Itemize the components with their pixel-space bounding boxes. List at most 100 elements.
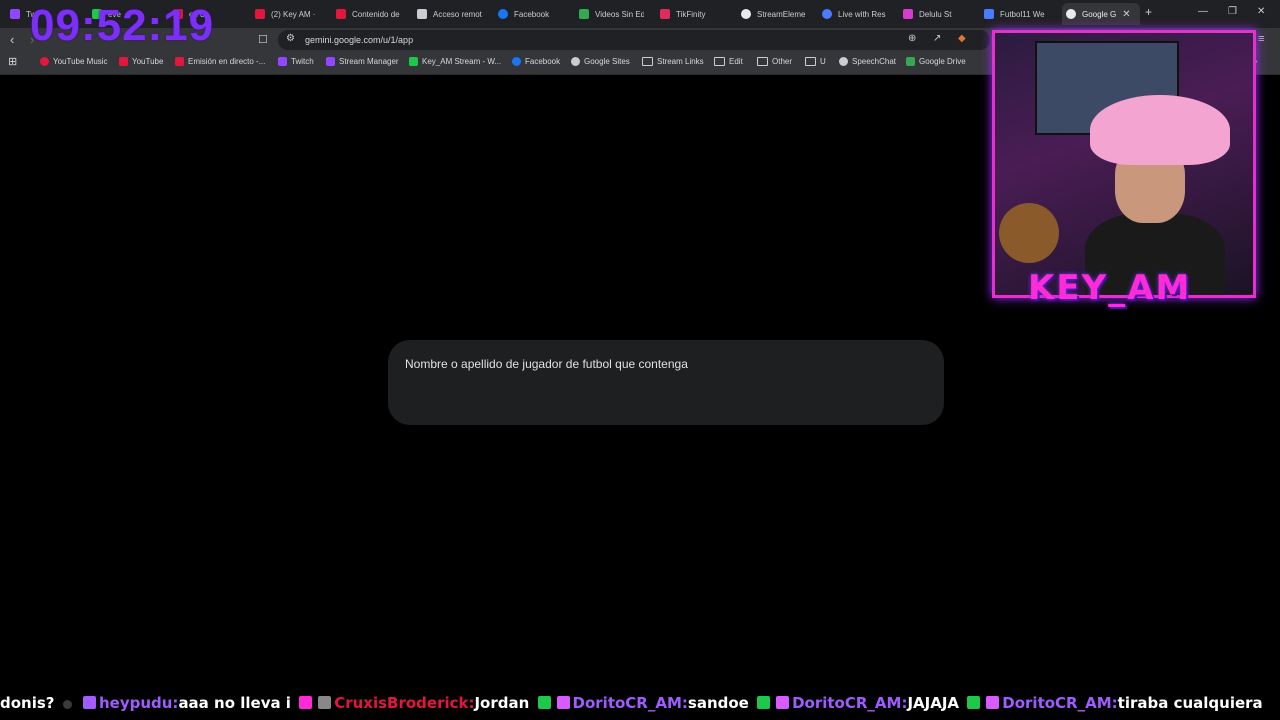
extension-icon[interactable]: ◆ <box>958 33 966 44</box>
stream-clock: 09:52:19 <box>30 1 215 50</box>
folder-icon <box>642 57 653 66</box>
folder-icon <box>714 57 725 66</box>
remote-desktop-icon <box>417 9 427 19</box>
bookmark-label: Twitch <box>291 57 314 66</box>
bookmark-speechchat[interactable]: SpeechChat <box>839 57 896 66</box>
tab-label: Contenido de <box>352 9 400 19</box>
new-tab-button[interactable]: + <box>1145 5 1152 19</box>
twitch-icon <box>326 57 335 66</box>
chat-username: DoritoCR_AM: <box>572 694 688 712</box>
bookmark-google-drive[interactable]: Google Drive <box>906 57 966 66</box>
bookmark-label: Stream Links <box>657 57 704 66</box>
bookmark-u[interactable]: U <box>805 57 826 66</box>
restream-icon <box>822 9 832 19</box>
zoom-icon[interactable]: ⊕ <box>908 33 916 44</box>
chat-username: CruxisBroderick: <box>334 694 475 712</box>
share-icon[interactable]: ↗ <box>933 33 941 44</box>
chat-text: sandoe <box>687 694 749 712</box>
futbol11-icon <box>984 9 994 19</box>
bookmark-other[interactable]: Other <box>757 57 792 66</box>
tab-active[interactable]: Google G ✕ <box>1062 3 1140 25</box>
bookmark-label: Edit <box>729 57 743 66</box>
youtube-icon <box>255 9 265 19</box>
bookmark-label: Other <box>772 57 793 66</box>
tab-label: Live with Res <box>838 9 886 19</box>
user-badge-icon <box>82 696 96 709</box>
bookmark-stream-links[interactable]: Stream Links <box>642 57 704 66</box>
chat-username: DoritoCR_AM: <box>792 694 908 712</box>
bookmark-label: YouTube <box>132 57 164 66</box>
gift-badge-icon <box>776 696 790 709</box>
chat-message: donis? <box>0 694 55 712</box>
bookmark-youtube[interactable]: YouTube <box>119 57 163 66</box>
chat-text: donis? <box>0 694 55 712</box>
chat-ticker: donis? heypudu:aaa no lleva i CruxisBrod… <box>0 694 1280 720</box>
menu-icon[interactable]: ≡ <box>1258 33 1264 45</box>
tab-9[interactable]: StreamElemen <box>741 3 806 25</box>
chat-text: Jordan <box>474 694 530 712</box>
chat-message: DoritoCR_AM:tiraba cualquiera <box>964 694 1263 712</box>
facebook-icon <box>512 57 521 66</box>
gift-badge-icon <box>986 696 1000 709</box>
globe-icon <box>571 57 580 66</box>
prompt-input[interactable]: Nombre o apellido de jugador de futbol q… <box>388 340 944 425</box>
chat-text: tiraba cualquiera <box>1117 694 1263 712</box>
chat-message: heypudu:aaa no lleva i <box>80 694 291 712</box>
facebook-icon <box>498 9 508 19</box>
gift-badge-icon <box>556 696 570 709</box>
tab-8[interactable]: TikFinity <box>660 3 725 25</box>
youtube-music-icon <box>40 57 49 66</box>
bookmark-label: SpeechChat <box>852 57 897 66</box>
tab-label: Facebook <box>514 9 550 19</box>
bookmark-facebook[interactable]: Facebook <box>512 57 560 66</box>
check-badge-icon <box>967 696 981 709</box>
tab-10[interactable]: Live with Res <box>822 3 887 25</box>
bookmark-icon[interactable]: ☐ <box>258 33 268 46</box>
bookmark-label: Key_AM Stream - W... <box>422 57 502 66</box>
tab-5[interactable]: Acceso remot <box>417 3 482 25</box>
chat-text: JAJAJA <box>907 694 960 712</box>
minimize-icon[interactable]: — <box>1198 6 1208 17</box>
google-drive-icon <box>579 9 589 19</box>
close-tab-icon[interactable]: ✕ <box>1122 9 1130 20</box>
pink-hat <box>1090 95 1230 165</box>
maximize-icon[interactable]: ❐ <box>1228 6 1237 17</box>
chat-message: DoritoCR_AM:JAJAJA <box>754 694 959 712</box>
tab-6[interactable]: Facebook <box>498 3 563 25</box>
site-info-icon[interactable]: ⚙ <box>286 33 295 44</box>
tab-4[interactable]: Contenido de <box>336 3 401 25</box>
kick-icon <box>409 57 418 66</box>
bookmark-label: Facebook <box>525 57 561 66</box>
bookmark-stream-manager[interactable]: Stream Manager <box>326 57 399 66</box>
tab-label: Google G <box>1082 9 1117 19</box>
tab-label: StreamElemen <box>757 9 806 19</box>
heart-badge-icon <box>299 696 313 709</box>
tab-11[interactable]: Delulu St <box>903 3 968 25</box>
bookmark-emision[interactable]: Emisión en directo -... <box>175 57 265 66</box>
chat-username: heypudu: <box>98 694 179 712</box>
bookmark-twitch[interactable]: Twitch <box>278 57 314 66</box>
tab-12[interactable]: Futbol11 We <box>984 3 1049 25</box>
youtube-icon <box>175 57 184 66</box>
prompt-text: Nombre o apellido de jugador de futbol q… <box>405 357 688 371</box>
streamer-name-overlay: KEY_AM <box>1028 268 1192 308</box>
tikfinity-icon <box>660 9 670 19</box>
bookmark-youtube-music[interactable]: YouTube Music <box>40 57 108 66</box>
bookmark-google-sites[interactable]: Google Sites <box>571 57 630 66</box>
tab-3[interactable]: (2) Key AM · <box>255 3 320 25</box>
bookmark-label: YouTube Music <box>53 57 108 66</box>
apps-icon[interactable]: ⊞ <box>8 55 17 68</box>
check-badge-icon <box>537 696 551 709</box>
chat-badge-icon <box>62 700 72 709</box>
tab-7[interactable]: Videos Sin Ed <box>579 3 644 25</box>
tab-label: TikFinity <box>676 9 706 19</box>
address-bar[interactable]: ⚙ gemini.google.com/u/1/app ⊕ ↗ ◆ <box>278 30 990 50</box>
back-icon[interactable]: ‹ <box>10 32 14 47</box>
twitch-icon <box>10 9 20 19</box>
bookmark-key-am-stream[interactable]: Key_AM Stream - W... <box>409 57 501 66</box>
google-drive-icon <box>906 57 915 66</box>
bookmark-edit[interactable]: Edit <box>714 57 743 66</box>
chat-text: aaa no lleva i <box>178 694 291 712</box>
bookmark-label: U <box>820 57 826 66</box>
close-window-icon[interactable]: ✕ <box>1257 6 1265 17</box>
